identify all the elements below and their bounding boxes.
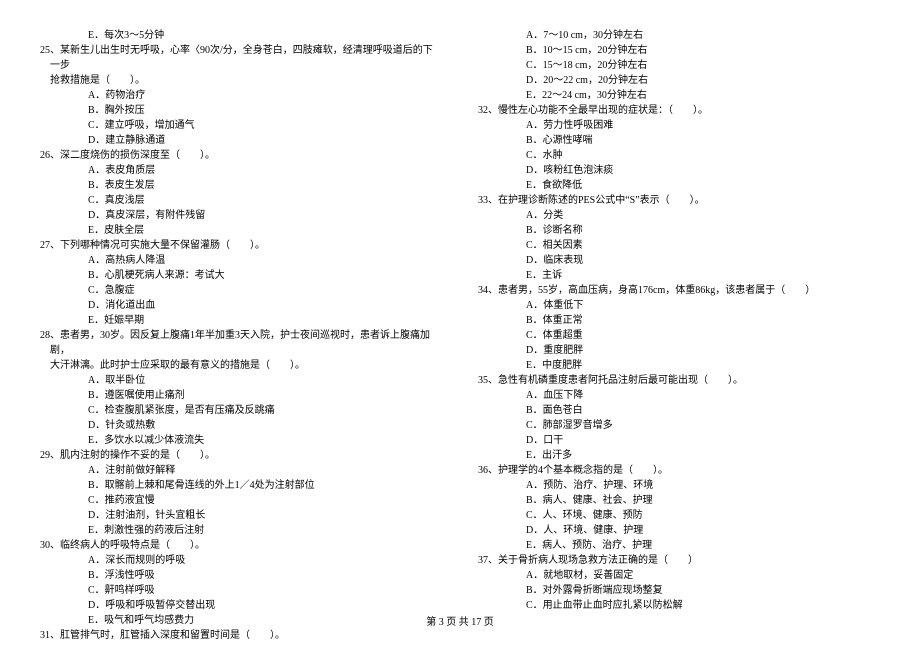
q32-option-e: E．食欲降低: [478, 178, 880, 193]
q26-stem: 26、深二度烧伤的损伤深度至（ ）。: [40, 148, 442, 163]
q36-option-e: E．病人、预防、治疗、护理: [478, 538, 880, 553]
q29-option-b: B．取髂前上棘和尾骨连线的外上1／4处为注射部位: [40, 478, 442, 493]
q32-stem: 32、慢性左心功能不全最早出现的症状是：（ ）。: [478, 103, 880, 118]
q27-option-a: A．高热病人降温: [40, 253, 442, 268]
q28-stem-line2: 大汗淋漓。此时护士应采取的最有意义的措施是（ ）。: [40, 358, 442, 373]
q30-option-b: B．浮浅性呼吸: [40, 568, 442, 583]
q36-stem: 36、护理学的4个基本概念指的是（ ）。: [478, 463, 880, 478]
two-column-layout: E．每次3～5分钟 25、某新生儿出生时无呼吸，心率〈90次/分，全身苍白，四肢…: [40, 28, 880, 643]
q29-option-c: C．推药液宜慢: [40, 493, 442, 508]
q34-option-e: E．中度肥胖: [478, 358, 880, 373]
q35-option-a: A．血压下降: [478, 388, 880, 403]
q27-option-d: D．消化道出血: [40, 298, 442, 313]
q31-option-e: E．22～24 cm，30分钟左右: [478, 88, 880, 103]
q25-option-d: D．建立静脉通道: [40, 133, 442, 148]
q31-option-a: A．7～10 cm，30分钟左右: [478, 28, 880, 43]
q31-option-b: B．10～15 cm，20分钟左右: [478, 43, 880, 58]
q37-stem: 37、关于骨折病人现场急救方法正确的是（ ）: [478, 553, 880, 568]
page-footer: 第 3 页 共 17 页: [0, 613, 920, 628]
q35-stem: 35、急性有机磷重度患者阿托品注射后最可能出现（ ）。: [478, 373, 880, 388]
q37-option-c: C．用止血带止血时应扎紧以防松解: [478, 598, 880, 613]
q35-option-e: E．出汗多: [478, 448, 880, 463]
q36-option-d: D．人、环境、健康、护理: [478, 523, 880, 538]
q34-option-c: C．体重超重: [478, 328, 880, 343]
q30-option-c: C．鼾鸣样呼吸: [40, 583, 442, 598]
q26-option-d: D．真皮深层，有附件残留: [40, 208, 442, 223]
q25-option-c: C．建立呼吸，增加通气: [40, 118, 442, 133]
q37-option-b: B．对外露骨折断端应现场整复: [478, 583, 880, 598]
q37-option-a: A．就地取材，妥善固定: [478, 568, 880, 583]
q28-option-d: D．针灸或热敷: [40, 418, 442, 433]
q29-option-d: D．注射油剂，针头宜粗长: [40, 508, 442, 523]
q31-stem: 31、肛管排气时，肛管插入深度和留置时间是（ ）。: [40, 628, 442, 643]
q33-stem: 33、在护理诊断陈述的PES公式中“S”表示（ ）。: [478, 193, 880, 208]
q25-stem-line2: 抢救措施是（ ）。: [40, 73, 442, 88]
q31-option-d: D．20～22 cm，20分钟左右: [478, 73, 880, 88]
q30-option-a: A．深长而规则的呼吸: [40, 553, 442, 568]
q27-option-b: B．心肌梗死病人来源：考试大: [40, 268, 442, 283]
option-e: E．每次3～5分钟: [40, 28, 442, 43]
q31-option-c: C．15～18 cm，20分钟左右: [478, 58, 880, 73]
q26-option-c: C．真皮浅层: [40, 193, 442, 208]
q33-option-a: A．分类: [478, 208, 880, 223]
q35-option-c: C．肺部湿罗音增多: [478, 418, 880, 433]
q28-stem-line1: 28、患者男，30岁。因反复上腹痛1年半加重3天入院，护士夜间巡视时，患者诉上腹…: [40, 328, 442, 358]
q36-option-b: B．病人、健康、社会、护理: [478, 493, 880, 508]
q26-option-e: E．皮肤全层: [40, 223, 442, 238]
q34-option-b: B．体重正常: [478, 313, 880, 328]
q30-option-d: D．呼吸和呼吸暂停交替出现: [40, 598, 442, 613]
q25-stem-line1: 25、某新生儿出生时无呼吸，心率〈90次/分，全身苍白，四肢瘫软，经清理呼吸道后…: [40, 43, 442, 73]
left-column: E．每次3～5分钟 25、某新生儿出生时无呼吸，心率〈90次/分，全身苍白，四肢…: [40, 28, 442, 643]
q36-option-a: A．预防、治疗、护理、环境: [478, 478, 880, 493]
q33-option-e: E．主诉: [478, 268, 880, 283]
q33-option-d: D．临床表现: [478, 253, 880, 268]
q35-option-d: D．口干: [478, 433, 880, 448]
right-column: A．7～10 cm，30分钟左右 B．10～15 cm，20分钟左右 C．15～…: [478, 28, 880, 643]
q34-stem: 34、患者男，55岁，高血压病，身高176cm，体重86kg，该患者属于（ ）: [478, 283, 880, 298]
q28-option-c: C．检查腹肌紧张度，是否有压痛及反跳痛: [40, 403, 442, 418]
q25-option-b: B．胸外按压: [40, 103, 442, 118]
document-page: E．每次3～5分钟 25、某新生儿出生时无呼吸，心率〈90次/分，全身苍白，四肢…: [0, 0, 920, 650]
q25-option-a: A．药物治疗: [40, 88, 442, 103]
q34-option-d: D．重度肥胖: [478, 343, 880, 358]
q26-option-b: B．表皮生发层: [40, 178, 442, 193]
q32-option-a: A．劳力性呼吸困难: [478, 118, 880, 133]
q32-option-c: C．水肿: [478, 148, 880, 163]
q33-option-b: B．诊断名称: [478, 223, 880, 238]
q32-option-d: D．咳粉红色泡沫痰: [478, 163, 880, 178]
q30-stem: 30、临终病人的呼吸特点是（ ）。: [40, 538, 442, 553]
q27-stem: 27、下列哪种情况可实施大量不保留灌肠（ ）。: [40, 238, 442, 253]
q35-option-b: B．面色苍白: [478, 403, 880, 418]
q28-option-e: E．多饮水以减少体液流失: [40, 433, 442, 448]
q36-option-c: C．人、环境、健康、预防: [478, 508, 880, 523]
q29-option-e: E．刺激性强的药液后注射: [40, 523, 442, 538]
q27-option-c: C．急腹症: [40, 283, 442, 298]
q26-option-a: A．表皮角质层: [40, 163, 442, 178]
q28-option-a: A．取半卧位: [40, 373, 442, 388]
q33-option-c: C．相关因素: [478, 238, 880, 253]
q28-option-b: B．遵医嘱使用止痛剂: [40, 388, 442, 403]
q29-option-a: A．注射前做好解释: [40, 463, 442, 478]
q32-option-b: B．心源性哮喘: [478, 133, 880, 148]
q27-option-e: E．妊娠早期: [40, 313, 442, 328]
q29-stem: 29、肌内注射的操作不妥的是（ ）。: [40, 448, 442, 463]
q34-option-a: A．体重低下: [478, 298, 880, 313]
